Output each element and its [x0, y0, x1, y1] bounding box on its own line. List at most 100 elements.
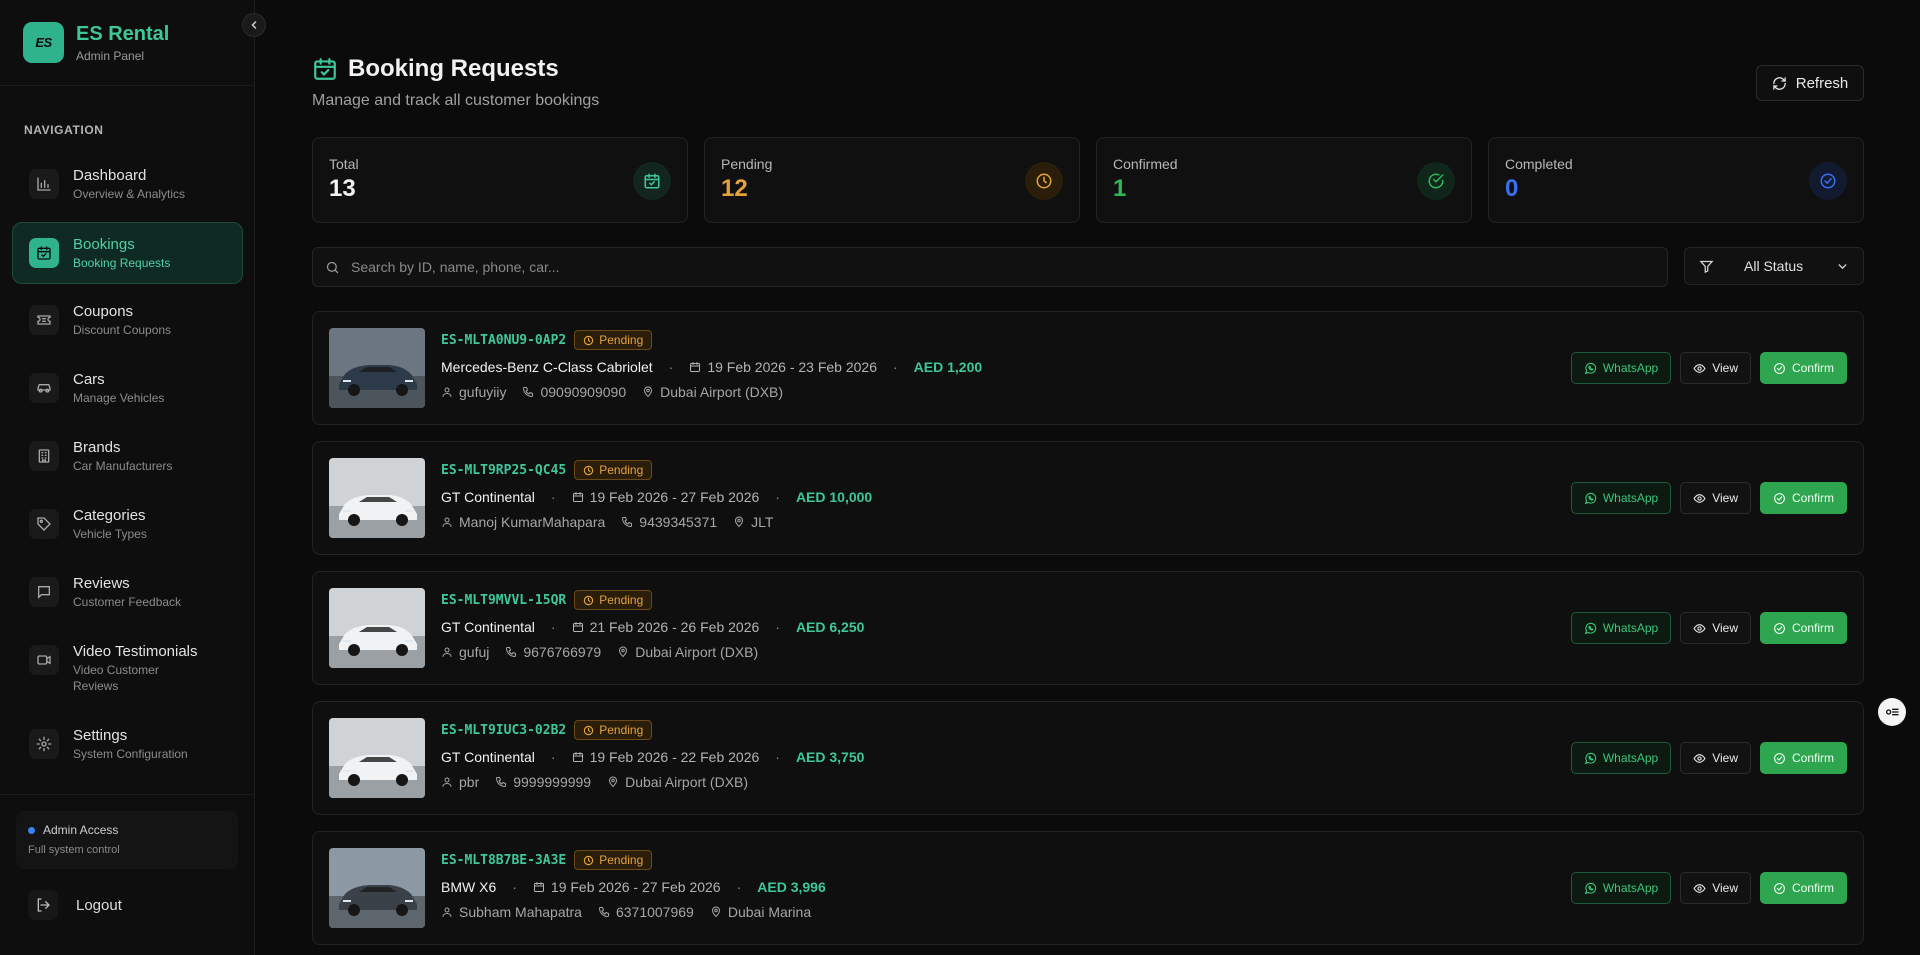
- sidebar-item-desc: Car Manufacturers: [73, 459, 173, 473]
- refresh-button[interactable]: Refresh: [1756, 65, 1864, 101]
- sidebar-collapse-button[interactable]: [242, 13, 266, 37]
- car-thumbnail[interactable]: [329, 848, 425, 928]
- view-button[interactable]: View: [1680, 352, 1751, 384]
- view-label: View: [1712, 881, 1738, 895]
- sidebar-item-desc: Overview & Analytics: [73, 187, 186, 201]
- status-badge: Pending: [574, 720, 653, 740]
- brand[interactable]: ES ES Rental Admin Panel: [0, 0, 254, 86]
- booking-actions: WhatsApp View Confirm: [1570, 872, 1847, 904]
- car-thumbnail[interactable]: [329, 588, 425, 668]
- whatsapp-button[interactable]: WhatsApp: [1570, 482, 1672, 514]
- whatsapp-button[interactable]: WhatsApp: [1570, 612, 1672, 644]
- view-label: View: [1712, 751, 1738, 765]
- sidebar-item-cars[interactable]: Cars Manage Vehicles: [12, 358, 243, 426]
- view-button[interactable]: View: [1680, 742, 1751, 774]
- sidebar-item-dashboard[interactable]: Dashboard Overview & Analytics: [12, 154, 243, 222]
- sidebar-item-categories[interactable]: Categories Vehicle Types: [12, 494, 243, 562]
- map-pin-icon: [644, 386, 653, 398]
- confirm-button[interactable]: Confirm: [1759, 352, 1847, 384]
- confirm-button[interactable]: Confirm: [1759, 742, 1847, 774]
- customer-name: Manoj KumarMahapara: [441, 514, 605, 530]
- pickup-location-text: Dubai Airport (DXB): [625, 774, 749, 790]
- booking-row[interactable]: ES-MLT9IUC3-02B2 Pending GT Continental …: [312, 701, 1864, 815]
- booking-row[interactable]: ES-MLT8B7BE-3A3E Pending BMW X6 · 19 Feb…: [312, 831, 1864, 945]
- booking-row[interactable]: ES-MLTA0NU9-0AP2 Pending Mercedes-Benz C…: [312, 311, 1864, 425]
- whatsapp-button[interactable]: WhatsApp: [1570, 872, 1672, 904]
- customer-name: gufuyiiy: [441, 384, 506, 400]
- sidebar-item-settings[interactable]: Settings System Configuration: [12, 714, 243, 782]
- customer-name-text: gufuyiiy: [459, 384, 507, 400]
- booking-actions: WhatsApp View Confirm: [1570, 612, 1847, 644]
- customer-phone: 09090909090: [522, 384, 626, 400]
- customer-phone-text: 09090909090: [540, 384, 627, 400]
- booking-price: AED 1,200: [913, 359, 983, 375]
- separator-dot: ·: [736, 879, 742, 895]
- customer-phone-text: 9439345371: [639, 514, 718, 530]
- confirm-button[interactable]: Confirm: [1759, 872, 1847, 904]
- clock-icon: [1025, 162, 1063, 200]
- car-thumbnail[interactable]: [329, 328, 425, 408]
- nav-heading: NAVIGATION: [24, 123, 104, 137]
- filter-icon: [1699, 260, 1714, 273]
- whatsapp-icon: [1584, 362, 1596, 374]
- sidebar-item-video-testimonials[interactable]: Video Testimonials Video Customer Review…: [12, 630, 243, 714]
- rental-dates: 19 Feb 2026 - 27 Feb 2026: [572, 489, 760, 505]
- rental-dates: 19 Feb 2026 - 23 Feb 2026: [689, 359, 877, 375]
- map-pin-icon: [619, 646, 628, 658]
- search-input[interactable]: [351, 259, 1551, 275]
- status-dot: [28, 826, 35, 834]
- customer-name: pbr: [441, 774, 479, 790]
- view-button[interactable]: View: [1680, 482, 1751, 514]
- stat-completed: Completed 0: [1488, 137, 1864, 223]
- phone-icon: [496, 777, 507, 788]
- sidebar-item-bookings[interactable]: Bookings Booking Requests: [12, 222, 243, 284]
- pickup-location: Dubai Marina: [710, 904, 811, 920]
- booking-row[interactable]: ES-MLT9RP25-QC45 Pending GT Continental …: [312, 441, 1864, 555]
- stat-value: 12: [721, 175, 748, 202]
- sidebar-item-desc: Booking Requests: [73, 256, 171, 270]
- view-button[interactable]: View: [1680, 612, 1751, 644]
- customer-name-text: Subham Mahapatra: [459, 904, 582, 920]
- view-button[interactable]: View: [1680, 872, 1751, 904]
- status-badge-label: Pending: [599, 463, 644, 477]
- gear-icon: [29, 729, 59, 759]
- booking-id: ES-MLT9MVVL-15QR: [441, 592, 567, 608]
- rental-dates-text: 19 Feb 2026 - 27 Feb 2026: [589, 489, 760, 505]
- logout-button[interactable]: Logout: [28, 890, 122, 920]
- confirm-button[interactable]: Confirm: [1759, 612, 1847, 644]
- rental-dates-text: 19 Feb 2026 - 22 Feb 2026: [589, 749, 760, 765]
- tag-icon: [29, 509, 59, 539]
- status-badge-label: Pending: [599, 723, 644, 737]
- view-label: View: [1712, 491, 1738, 505]
- booking-price: AED 6,250: [795, 619, 865, 635]
- sidebar-item-coupons[interactable]: Coupons Discount Coupons: [12, 290, 243, 358]
- sidebar-item-reviews[interactable]: Reviews Customer Feedback: [12, 562, 243, 630]
- clock-icon: [584, 465, 594, 475]
- confirm-button[interactable]: Confirm: [1759, 482, 1847, 514]
- toggle-list-icon: [1886, 708, 1899, 716]
- check-circle-icon: [1774, 882, 1785, 894]
- accessibility-toggle-button[interactable]: [1878, 698, 1906, 726]
- car-thumbnail[interactable]: [329, 458, 425, 538]
- booking-id: ES-MLT8B7BE-3A3E: [441, 852, 567, 868]
- status-filter-select[interactable]: All Status: [1684, 247, 1864, 285]
- rental-dates-text: 19 Feb 2026 - 27 Feb 2026: [550, 879, 721, 895]
- booking-id: ES-MLT9RP25-QC45: [441, 462, 567, 478]
- customer-phone: 9439345371: [621, 514, 717, 530]
- sidebar-item-brands[interactable]: Brands Car Manufacturers: [12, 426, 243, 494]
- booking-row[interactable]: ES-MLT9MVVL-15QR Pending GT Continental …: [312, 571, 1864, 685]
- map-pin-icon: [735, 516, 744, 528]
- car-thumbnail[interactable]: [329, 718, 425, 798]
- whatsapp-button[interactable]: WhatsApp: [1570, 742, 1672, 774]
- status-badge: Pending: [574, 590, 653, 610]
- whatsapp-button[interactable]: WhatsApp: [1570, 352, 1672, 384]
- customer-phone: 6371007969: [598, 904, 694, 920]
- user-icon: [442, 777, 452, 787]
- confirm-label: Confirm: [1791, 621, 1834, 635]
- bar-chart-icon: [29, 169, 59, 199]
- clock-icon: [584, 855, 594, 865]
- customer-phone: 9999999999: [495, 774, 591, 790]
- sidebar-item-desc: Customer Feedback: [73, 595, 182, 609]
- sidebar-item-label: Coupons: [73, 303, 134, 320]
- stat-value: 0: [1505, 175, 1519, 202]
